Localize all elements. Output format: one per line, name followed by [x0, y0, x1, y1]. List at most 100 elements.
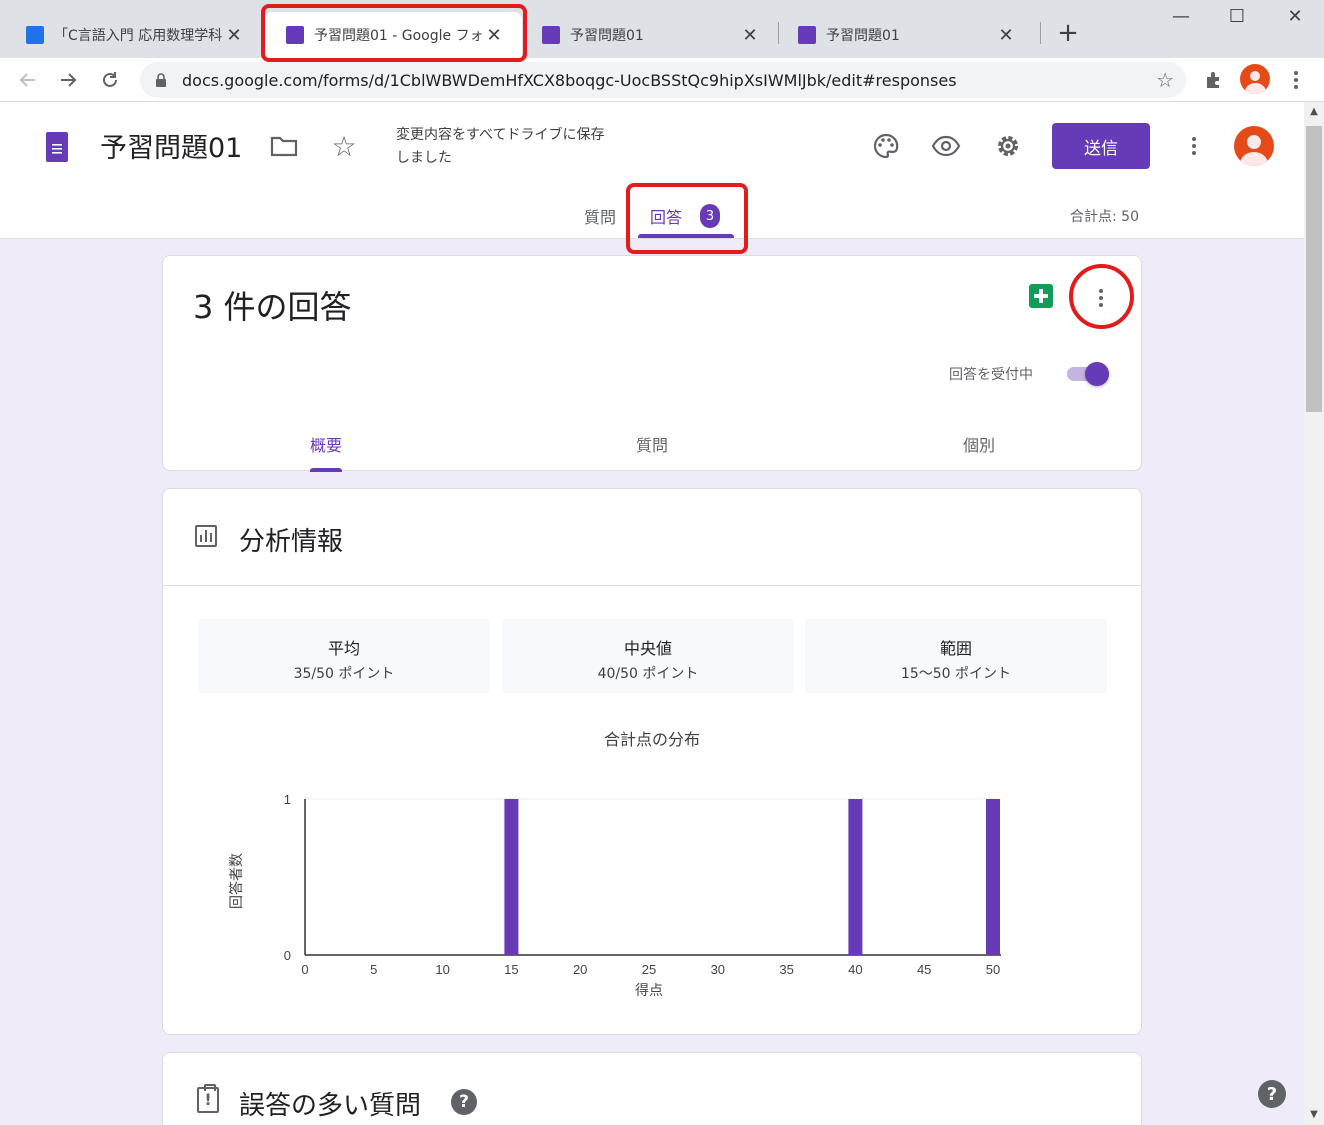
x-tick-label: 20	[573, 962, 587, 977]
most-missed-card: 誤答の多い質問 ?	[162, 1052, 1142, 1125]
toggle-knob[interactable]	[1085, 362, 1109, 386]
forms-icon	[542, 26, 560, 44]
more-options-button[interactable]	[1180, 132, 1208, 160]
browser-toolbar: docs.google.com/forms/d/1CblWBWDemHfXCX8…	[0, 58, 1324, 102]
window-close-button[interactable]: ✕	[1272, 6, 1318, 27]
subtab-question[interactable]: 質問	[592, 432, 712, 456]
forms-doc-icon[interactable]	[46, 132, 68, 162]
tab-title: 「C言語入門 応用数理学科	[54, 28, 223, 44]
x-tick-label: 50	[986, 962, 1000, 977]
scrollbar-thumb[interactable]	[1306, 126, 1322, 412]
stat-value: 15〜50 ポイント	[900, 666, 1012, 682]
star-button[interactable]: ☆	[328, 129, 360, 163]
folder-icon	[270, 136, 298, 157]
x-tick-label: 45	[917, 962, 931, 977]
highlight-more-button	[1069, 264, 1134, 329]
stat-label: 範囲	[939, 639, 972, 658]
subtab-summary-indicator	[310, 468, 342, 472]
stat-label: 中央値	[623, 639, 672, 658]
bookmark-star-icon[interactable]: ☆	[1156, 68, 1174, 92]
close-icon[interactable]: ✕	[224, 25, 244, 46]
gear-icon	[998, 136, 1018, 156]
palette-icon	[873, 133, 899, 159]
settings-button[interactable]	[992, 130, 1024, 162]
stat-label: 平均	[327, 639, 360, 658]
minimize-button[interactable]: —	[1158, 6, 1204, 27]
forward-button[interactable]	[52, 64, 84, 96]
bar-chart-icon	[195, 525, 217, 547]
analytics-card: 分析情報 平均 35/50 ポイント 中央値 40/50 ポイント 範囲 15〜…	[162, 488, 1142, 1035]
star-outline-icon: ☆	[331, 129, 357, 163]
highlight-active-tab	[261, 4, 527, 62]
help-button[interactable]: ?	[1258, 1080, 1286, 1108]
x-tick-label: 35	[779, 962, 793, 977]
total-points: 合計点: 50	[1070, 209, 1139, 225]
browser-tab-forms-3[interactable]: 予習問題01 ✕	[776, 12, 1034, 58]
bar-score-50	[986, 799, 1000, 955]
responses-count-heading: 3 件の回答	[193, 288, 352, 326]
y-tick-label: 1	[284, 792, 291, 807]
x-tick-label: 10	[435, 962, 449, 977]
bar-score-15	[504, 799, 519, 955]
x-tick-label: 40	[848, 962, 862, 977]
divider	[163, 585, 1141, 586]
scroll-up-arrow[interactable]: ▲	[1304, 104, 1324, 120]
scroll-down-arrow[interactable]: ▼	[1304, 1107, 1324, 1123]
forms-icon	[798, 26, 816, 44]
most-missed-title: 誤答の多い質問	[239, 1091, 422, 1121]
x-tick-label: 30	[711, 962, 725, 977]
responses-summary-card: 3 件の回答 回答を受付中 概要 質問 個別	[162, 255, 1142, 472]
address-bar[interactable]: docs.google.com/forms/d/1CblWBWDemHfXCX8…	[140, 62, 1186, 98]
save-status: 変更内容をすべてドライブに保存しました	[396, 127, 605, 166]
highlight-responses-tab	[626, 183, 748, 254]
analytics-title: 分析情報	[239, 527, 344, 557]
close-icon[interactable]: ✕	[996, 25, 1016, 46]
browser-tab-forms-2[interactable]: 予習問題01 ✕	[520, 12, 778, 58]
classroom-icon	[26, 26, 44, 44]
x-tick-label: 5	[370, 962, 377, 977]
close-icon[interactable]: ✕	[740, 25, 760, 46]
accepting-responses-label: 回答を受付中	[949, 367, 1033, 383]
subtab-individual[interactable]: 個別	[919, 432, 1039, 456]
help-icon[interactable]: ?	[451, 1089, 477, 1115]
browser-tab-classroom[interactable]: 「C言語入門 応用数理学科 ✕	[4, 12, 262, 58]
maximize-button[interactable]: ☐	[1214, 6, 1260, 27]
create-spreadsheet-icon[interactable]	[1029, 284, 1053, 308]
forward-arrow-icon	[61, 73, 77, 87]
plot-area	[304, 798, 994, 956]
subtab-summary[interactable]: 概要	[266, 432, 386, 456]
x-tick-label: 15	[504, 962, 518, 977]
reload-icon	[103, 72, 117, 87]
url-text: docs.google.com/forms/d/1CblWBWDemHfXCX8…	[182, 70, 957, 90]
browser-profile-avatar[interactable]	[1240, 64, 1270, 94]
x-tick-label: 0	[301, 962, 308, 977]
y-tick-label: 0	[284, 948, 291, 963]
eye-icon	[931, 135, 961, 157]
extensions-button[interactable]	[1198, 64, 1230, 96]
new-tab-button[interactable]: +	[1054, 18, 1082, 48]
stat-average: 平均 35/50 ポイント	[198, 619, 490, 693]
stat-value: 35/50 ポイント	[293, 666, 395, 682]
send-button[interactable]: 送信	[1052, 123, 1150, 169]
tab-title: 予習問題01	[826, 28, 900, 44]
tab-questions[interactable]: 質問	[584, 204, 616, 228]
y-axis-label: 回答者数	[228, 853, 244, 909]
account-avatar[interactable]	[1234, 126, 1274, 166]
x-tick-label: 25	[642, 962, 656, 977]
puzzle-icon	[1207, 72, 1219, 88]
stat-median: 中央値 40/50 ポイント	[502, 619, 794, 693]
reload-button[interactable]	[94, 64, 126, 96]
preview-button[interactable]	[930, 130, 962, 162]
move-to-folder-button[interactable]	[268, 130, 300, 162]
browser-menu-button[interactable]	[1280, 64, 1312, 96]
stat-range: 範囲 15〜50 ポイント	[805, 619, 1107, 693]
browser-tab-bar: 「C言語入門 応用数理学科 ✕ 予習問題01 - Google フォーム ✕ 予…	[0, 0, 1324, 58]
form-title[interactable]: 予習問題01	[100, 126, 242, 165]
chart-title: 合計点の分布	[603, 730, 700, 749]
score-distribution-chart: 0 5 10 15 20 25 30 35 40 45 50 0 1 得点 回答者数	[228, 792, 1001, 998]
tab-separator	[1040, 22, 1041, 44]
back-button[interactable]	[12, 64, 44, 96]
tab-title: 予習問題01	[570, 28, 644, 44]
customize-theme-button[interactable]	[870, 130, 902, 162]
back-arrow-icon	[19, 73, 35, 87]
